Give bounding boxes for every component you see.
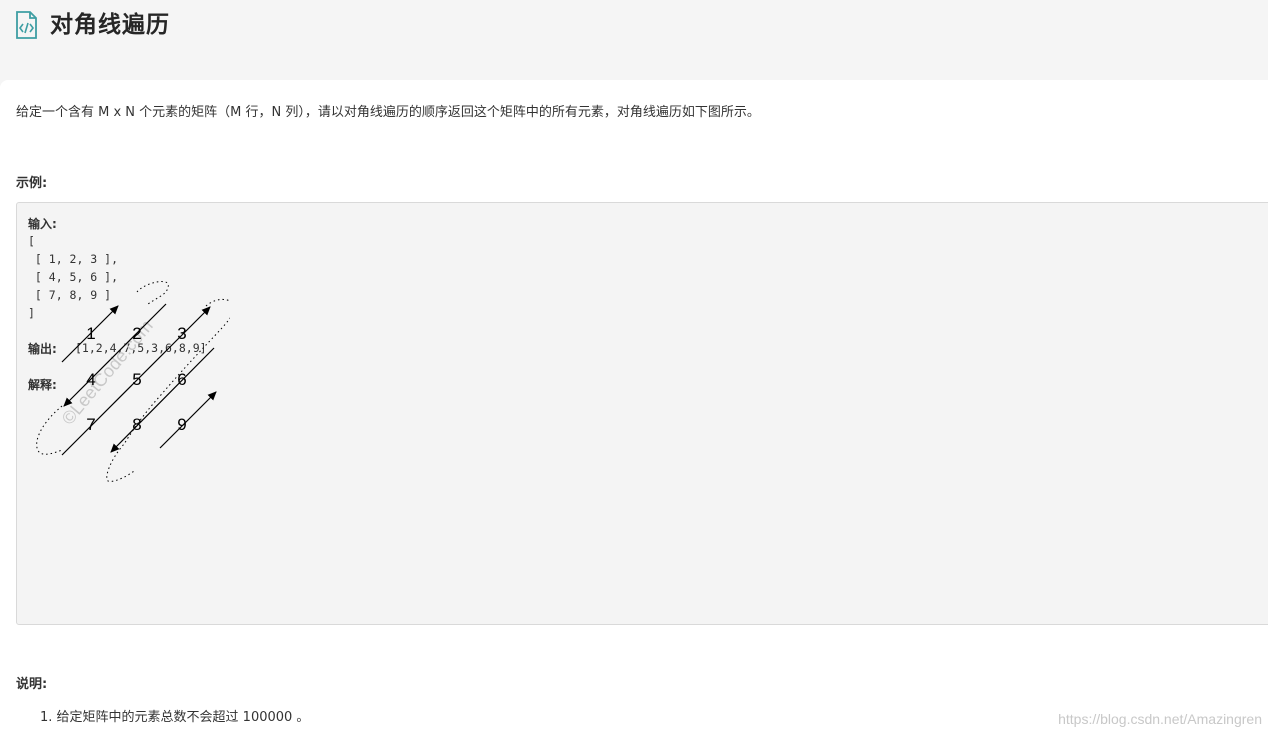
header: 对角线遍历 [0, 0, 1268, 80]
matrix-number: 6 [177, 370, 186, 389]
matrix-number: 4 [86, 370, 95, 389]
matrix-number: 3 [177, 324, 186, 343]
page-title: 对角线遍历 [50, 12, 170, 38]
code-file-icon [16, 11, 37, 39]
problem-description: 给定一个含有 M x N 个元素的矩阵（M 行，N 列），请以对角线遍历的顺序返… [16, 105, 760, 120]
diagonal-traversal-diagram: ©LeetCode.com 1 2 3 4 5 6 7 8 9 [36, 281, 230, 482]
input-label: 输入: [28, 217, 57, 231]
matrix-number: 2 [132, 324, 141, 343]
note-item: 1. 给定矩阵中的元素总数不会超过 100000 。 [40, 710, 310, 725]
problem-content: 给定一个含有 M x N 个元素的矩阵（M 行，N 列），请以对角线遍历的顺序返… [0, 80, 1268, 737]
input-line: [ [28, 234, 35, 248]
matrix-number: 5 [132, 370, 141, 389]
input-line: [ 1, 2, 3 ], [28, 252, 119, 266]
matrix-number: 7 [86, 415, 95, 434]
matrix-number: 9 [177, 415, 186, 434]
matrix-number: 8 [132, 415, 141, 434]
diagonal-arrow [159, 391, 217, 449]
dotted-loop [136, 281, 169, 305]
matrix-number: 1 [86, 324, 95, 343]
dotted-loop [106, 298, 230, 482]
example-label: 示例: [16, 176, 48, 191]
diagram-watermark: ©LeetCode.com [58, 316, 157, 429]
notes-label: 说明: [16, 677, 48, 692]
page-watermark: https://blog.csdn.net/Amazingren [1058, 711, 1262, 727]
dotted-loop [36, 405, 63, 455]
diagonal-arrow [63, 303, 167, 407]
